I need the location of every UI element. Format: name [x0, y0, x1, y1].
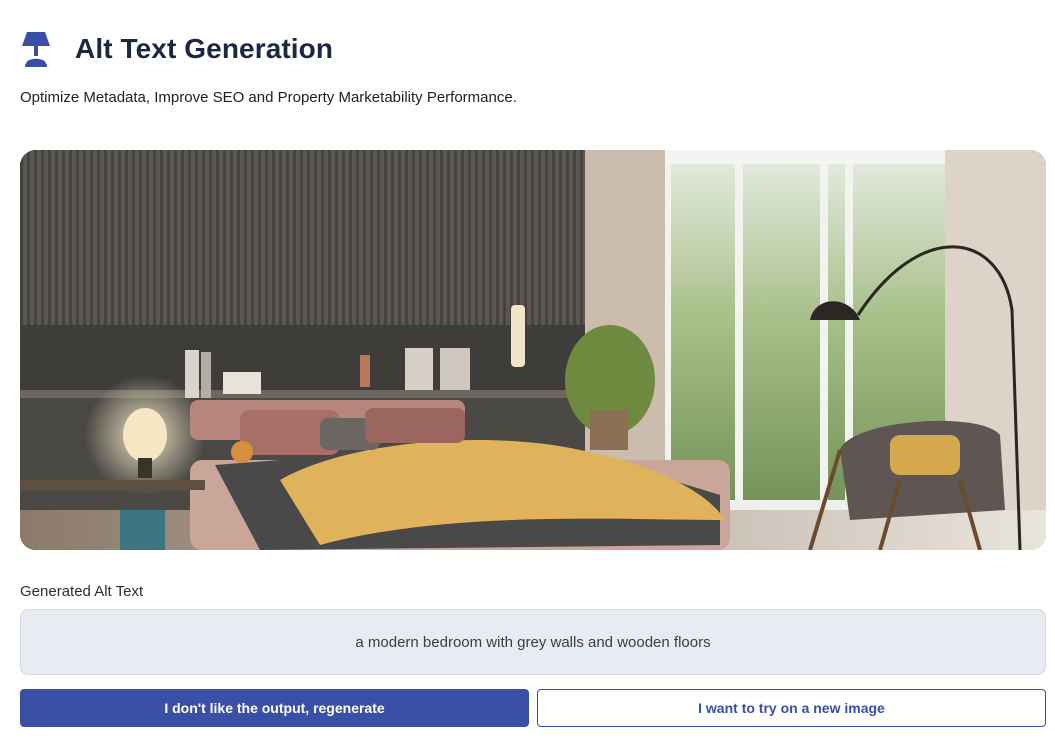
regenerate-button[interactable]: I don't like the output, regenerate [20, 689, 529, 727]
page-subtitle: Optimize Metadata, Improve SEO and Prope… [20, 89, 517, 106]
generated-alt-text-value: a modern bedroom with grey walls and woo… [355, 633, 711, 651]
generated-alt-text-label: Generated Alt Text [20, 583, 144, 600]
bedroom-photo [20, 150, 1046, 550]
page-header: Alt Text Generation [20, 28, 333, 70]
page-title: Alt Text Generation [75, 33, 334, 64]
alt-text-page: Alt Text Generation Optimize Metadata, I… [0, 0, 1055, 750]
generated-alt-text-output: a modern bedroom with grey walls and woo… [20, 609, 1046, 675]
bedroom-photo-illustration [20, 150, 1046, 550]
new-image-button[interactable]: I want to try on a new image [537, 689, 1046, 727]
lamp-icon [22, 32, 50, 67]
